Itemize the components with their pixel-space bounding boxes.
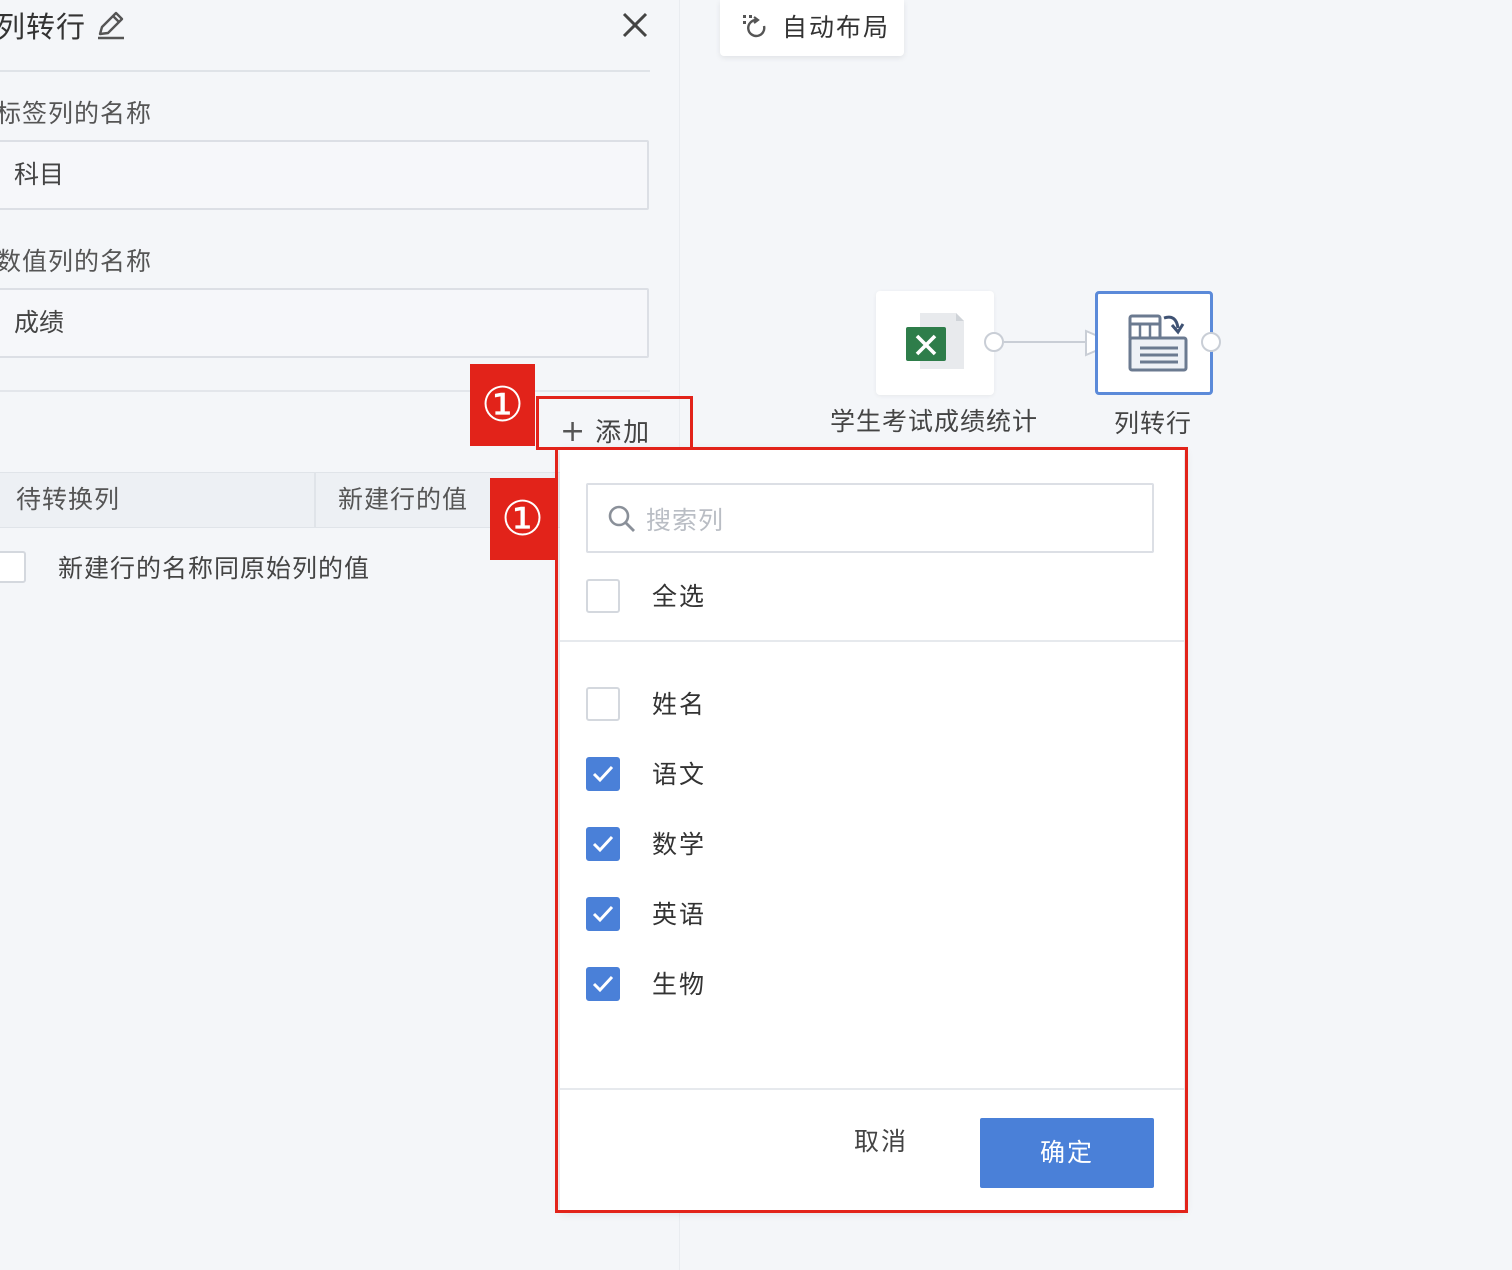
annotation-badge-2: ① <box>490 478 555 560</box>
section-divider <box>0 390 650 392</box>
header-new-row-value: 新建行的值 <box>338 485 469 514</box>
excel-file-icon <box>906 313 964 369</box>
label-column-name-label: 标签列的名称 <box>0 99 153 128</box>
edit-pencil-icon[interactable] <box>94 8 128 42</box>
source-node-label: 学生考试成绩统计 <box>830 407 1039 436</box>
same-name-checkbox[interactable] <box>0 551 26 583</box>
label-column-name-input[interactable]: 科目 <box>0 140 649 210</box>
column-to-row-icon <box>1128 314 1188 372</box>
same-name-label: 新建行的名称同原始列的值 <box>58 554 371 583</box>
value-column-name-label: 数值列的名称 <box>0 247 153 276</box>
source-output-port[interactable] <box>984 332 1004 352</box>
node-connector-line <box>1004 341 1090 343</box>
value-column-name-input[interactable]: 成绩 <box>0 288 649 358</box>
header-columns-to-convert: 待转换列 <box>16 485 121 514</box>
annotation-box-dropdown <box>555 447 1188 1213</box>
source-node[interactable] <box>876 291 994 395</box>
auto-layout-icon <box>743 15 766 38</box>
annotation-box-add <box>536 396 693 450</box>
columns-table-header: 待转换列 新建行的值 <box>0 472 560 528</box>
pivot-node[interactable] <box>1095 291 1213 395</box>
auto-layout-button[interactable]: 自动布局 <box>720 0 904 56</box>
title-divider <box>0 70 650 72</box>
header-divider <box>314 473 316 527</box>
pivot-node-label: 列转行 <box>1114 409 1193 438</box>
panel-title: 列转行 <box>0 10 87 44</box>
annotation-badge-1: ① <box>470 364 535 446</box>
close-icon[interactable] <box>618 8 652 42</box>
auto-layout-label: 自动布局 <box>782 13 891 42</box>
pivot-output-port[interactable] <box>1201 332 1221 352</box>
